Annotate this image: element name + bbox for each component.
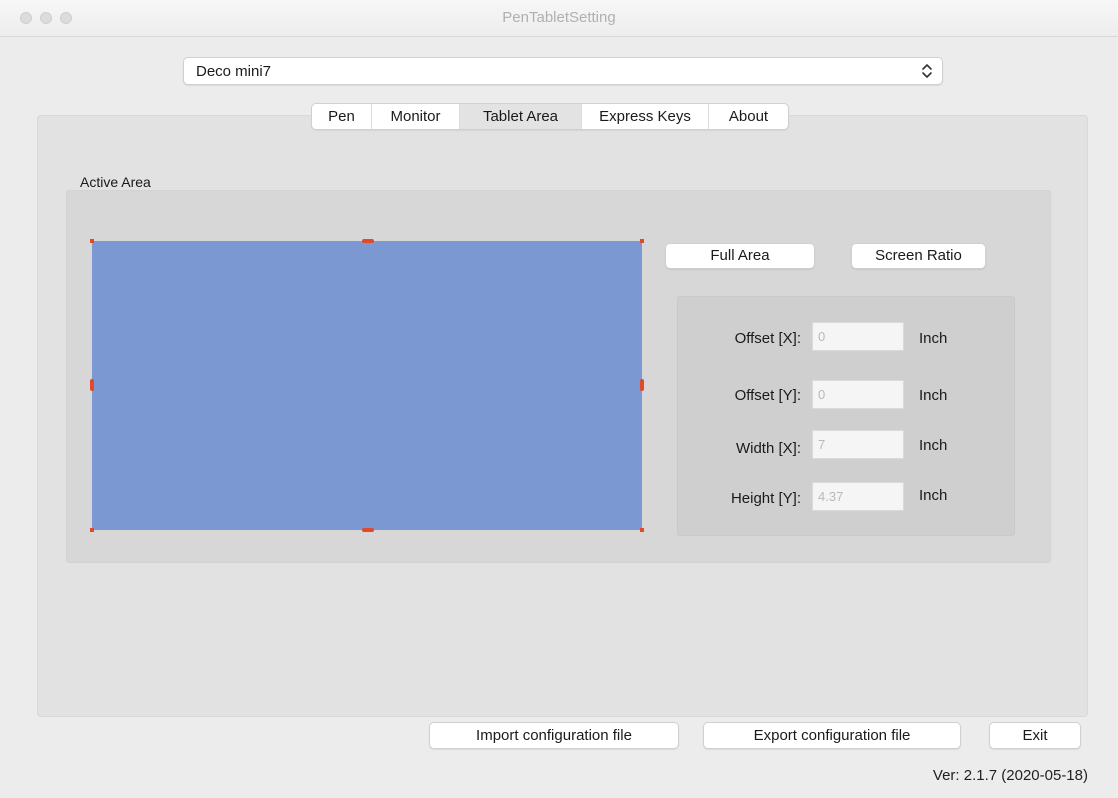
tab-bar: Pen Monitor Tablet Area Express Keys Abo… xyxy=(311,103,789,130)
left-resize-handle[interactable] xyxy=(90,379,94,391)
device-select-value: Deco mini7 xyxy=(196,63,272,80)
top-resize-handle[interactable] xyxy=(362,239,374,243)
import-config-button[interactable]: Import configuration file xyxy=(429,722,679,749)
right-resize-handle[interactable] xyxy=(640,379,644,391)
pen-tablet-setting-window: PenTabletSetting Deco mini7 Pen Monitor … xyxy=(0,0,1118,798)
active-area-rectangle[interactable] xyxy=(92,241,642,530)
height-y-field[interactable]: 4.37 xyxy=(812,482,904,511)
device-select[interactable]: Deco mini7 xyxy=(183,57,943,85)
updown-chevron-icon xyxy=(920,61,934,81)
offset-x-label: Offset [X]: xyxy=(734,330,801,347)
tab-monitor[interactable]: Monitor xyxy=(372,104,460,129)
export-config-button[interactable]: Export configuration file xyxy=(703,722,961,749)
width-x-unit: Inch xyxy=(919,437,948,454)
height-y-unit: Inch xyxy=(919,487,948,504)
height-y-label: Height [Y]: xyxy=(730,490,801,507)
offset-y-label: Offset [Y]: xyxy=(734,387,801,404)
tab-about[interactable]: About xyxy=(709,104,788,129)
exit-button[interactable]: Exit xyxy=(989,722,1081,749)
bottom-right-resize-handle[interactable] xyxy=(640,528,644,532)
offset-x-field[interactable]: 0 xyxy=(812,322,904,351)
width-x-field[interactable]: 7 xyxy=(812,430,904,459)
offset-y-unit: Inch xyxy=(919,387,948,404)
top-left-resize-handle[interactable] xyxy=(90,239,94,243)
title-bar: PenTabletSetting xyxy=(0,0,1118,37)
tab-pen[interactable]: Pen xyxy=(312,104,372,129)
tab-express-keys[interactable]: Express Keys xyxy=(582,104,709,129)
offset-y-field[interactable]: 0 xyxy=(812,380,904,409)
tab-tablet-area[interactable]: Tablet Area xyxy=(460,104,582,129)
full-area-button[interactable]: Full Area xyxy=(665,243,815,269)
bottom-resize-handle[interactable] xyxy=(362,528,374,532)
bottom-left-resize-handle[interactable] xyxy=(90,528,94,532)
window-title: PenTabletSetting xyxy=(502,9,616,26)
width-x-label: Width [X]: xyxy=(735,440,801,457)
version-label: Ver: 2.1.7 (2020-05-18) xyxy=(932,767,1088,784)
screen-ratio-button[interactable]: Screen Ratio xyxy=(851,243,986,269)
offset-x-unit: Inch xyxy=(919,330,948,347)
top-right-resize-handle[interactable] xyxy=(640,239,644,243)
active-area-heading: Active Area xyxy=(80,174,151,190)
